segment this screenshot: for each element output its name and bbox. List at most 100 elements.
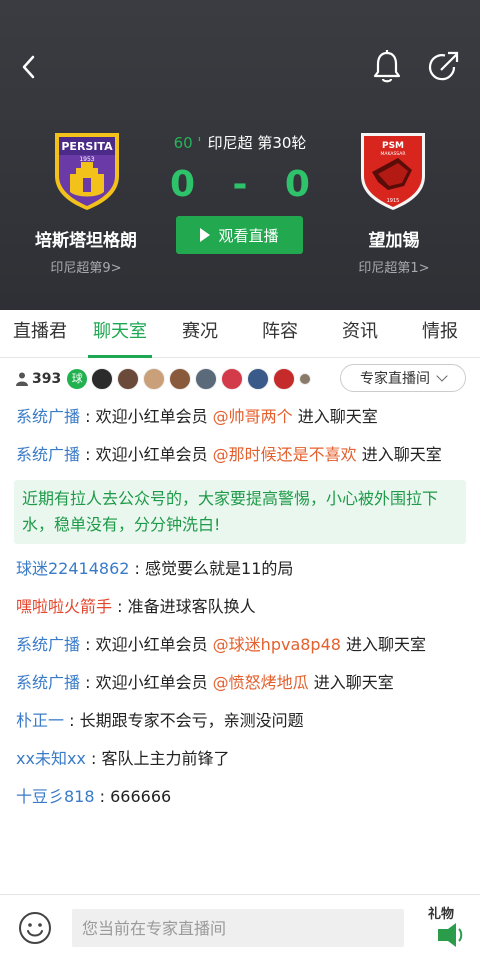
away-team-name[interactable]: 望加锡 [314, 226, 474, 251]
avatar[interactable] [299, 373, 312, 385]
message-mention[interactable]: @那时候还是不喜欢 [213, 445, 357, 464]
league-round: 印尼超 第30轮 [207, 134, 307, 152]
away-logo-year: 1915 [387, 198, 400, 204]
message-text: 进入聊天室 [340, 635, 427, 654]
home-team-rank[interactable]: 印尼超第9> [6, 257, 166, 276]
match-round-info: 60 ' 印尼超 第30轮 [140, 132, 340, 153]
home-score: 0 [170, 163, 196, 205]
message-separator: : [85, 749, 102, 768]
message-sender[interactable]: 系统广播 [16, 635, 80, 654]
warning-notice: 近期有拉人去公众号的，大家要提高警惕，小心被外围拉下水，稳单没有，分分钟洗白! [14, 480, 466, 544]
tab-intel[interactable]: 情报 [400, 310, 480, 357]
gift-button[interactable]: 礼物 [424, 907, 464, 951]
match-header: PERSITA 1953 PSM MAKASSAR 1915 60 ' 印尼超 第… [0, 0, 480, 310]
share-icon [428, 51, 459, 81]
message-sender[interactable]: 嘿啦啦火箭手 [16, 597, 112, 616]
chat-message: xx未知xx : 客队上主力前锋了 [16, 746, 466, 772]
back-button[interactable] [14, 50, 44, 84]
avatar[interactable] [273, 368, 296, 390]
message-mention[interactable]: @愤怒烤地瓜 [213, 673, 309, 692]
person-icon [16, 372, 28, 386]
message-sender[interactable]: 系统广播 [16, 445, 80, 464]
avatar[interactable] [247, 368, 270, 390]
message-sender[interactable]: xx未知xx [16, 749, 86, 768]
tab-live[interactable]: 直播君 [0, 310, 80, 357]
message-sender[interactable]: 系统广播 [16, 673, 80, 692]
home-team-logo[interactable]: PERSITA 1953 [52, 130, 122, 212]
message-separator: : [80, 673, 96, 692]
avatar[interactable] [221, 368, 244, 390]
message-text: 欢迎小红单会员 [95, 635, 213, 654]
home-team-name[interactable]: 培斯塔坦格朗 [6, 226, 166, 251]
message-text: 666666 [110, 787, 172, 806]
away-logo-sub: MAKASSAR [381, 151, 406, 157]
message-sender[interactable]: 系统广播 [16, 407, 80, 426]
avatar-list [91, 368, 315, 390]
message-mention[interactable]: @球迷hpva8p48 [213, 635, 341, 654]
tab-chatroom[interactable]: 聊天室 [80, 310, 160, 358]
message-sender[interactable]: 十豆彡818 [16, 787, 95, 806]
message-sender[interactable]: 球迷22414862 [16, 559, 129, 578]
match-minute: 60 ' [173, 134, 202, 152]
message-text: 欢迎小红单会员 [95, 673, 213, 692]
message-separator: : [80, 635, 96, 654]
away-team-logo[interactable]: PSM MAKASSAR 1915 [358, 130, 428, 212]
avatar[interactable] [117, 368, 140, 390]
share-button[interactable] [426, 48, 462, 86]
bell-icon [373, 50, 401, 83]
chat-message: 系统广播 : 欢迎小红单会员 @帅哥两个 进入聊天室 [16, 404, 466, 430]
watch-live-button[interactable]: 观看直播 [176, 216, 303, 254]
tab-news[interactable]: 资讯 [320, 310, 400, 357]
message-separator: : [112, 597, 128, 616]
tab-bar: 直播君 聊天室 赛况 阵容 资讯 情报 [0, 310, 480, 358]
message-text: 欢迎小红单会员 [95, 407, 213, 426]
chat-message: 十豆彡818 : 666666 [16, 784, 466, 810]
ball-badge: 球 [67, 369, 88, 389]
avatar[interactable] [195, 368, 218, 390]
chevron-down-icon [436, 370, 448, 382]
chat-message: 系统广播 : 欢迎小红单会员 @那时候还是不喜欢 进入聊天室 [16, 442, 466, 468]
message-sender[interactable]: 朴正一 [16, 711, 64, 730]
expert-room-dropdown[interactable]: 专家直播间 [340, 364, 466, 392]
speaker-icon [438, 923, 463, 947]
tab-lineup[interactable]: 阵容 [240, 310, 320, 357]
avatar[interactable] [91, 368, 114, 390]
message-separator: : [80, 407, 96, 426]
chat-input[interactable] [72, 909, 404, 947]
chat-message: 嘿啦啦火箭手 : 准备进球客队换人 [16, 594, 466, 620]
message-separator: : [129, 559, 146, 578]
message-separator: : [64, 711, 80, 730]
chat-message: 系统广播 : 欢迎小红单会员 @球迷hpva8p48 进入聊天室 [16, 632, 466, 658]
chat-input-bar: 礼物 [0, 894, 480, 960]
message-text: 进入聊天室 [308, 673, 394, 692]
home-logo-text: PERSITA [61, 140, 113, 153]
smiley-icon [19, 912, 51, 944]
message-mention[interactable]: @帅哥两个 [213, 407, 293, 426]
psm-crest-icon: PSM MAKASSAR 1915 [361, 133, 425, 210]
expert-room-label: 专家直播间 [360, 371, 430, 387]
message-separator: : [80, 445, 96, 464]
message-text: 长期跟专家不会亏，亲测没问题 [79, 711, 304, 730]
score-separator: - [232, 163, 248, 205]
online-users-row: 393 球 专家直播间 [0, 362, 480, 396]
top-bar [0, 40, 480, 94]
chat-message: 朴正一 : 长期跟专家不会亏，亲测没问题 [16, 708, 466, 734]
message-text: 欢迎小红单会员 [95, 445, 213, 464]
online-count: 393 [32, 371, 62, 387]
avatar[interactable] [169, 368, 192, 390]
chat-list: 系统广播 : 欢迎小红单会员 @帅哥两个 进入聊天室 系统广播 : 欢迎小红单会… [14, 404, 466, 822]
chevron-left-icon [22, 55, 35, 79]
message-text: 客队上主力前锋了 [101, 749, 230, 768]
message-separator: : [94, 787, 111, 806]
play-icon [200, 228, 211, 242]
message-text: 进入聊天室 [356, 445, 442, 464]
message-text: 进入聊天室 [292, 407, 378, 426]
watch-live-label: 观看直播 [218, 226, 279, 245]
away-team-rank[interactable]: 印尼超第1> [314, 257, 474, 276]
emoji-button[interactable] [18, 911, 52, 945]
persita-crest-icon: PERSITA 1953 [55, 133, 119, 210]
notification-button[interactable] [370, 48, 404, 86]
tab-match-status[interactable]: 赛况 [160, 310, 240, 357]
avatar[interactable] [143, 368, 166, 390]
scoreboard: 0 - 0 [170, 160, 310, 208]
